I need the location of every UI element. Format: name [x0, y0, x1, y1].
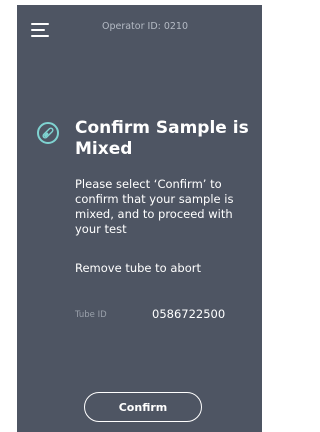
page-title: Confirm Sample is Mixed [75, 118, 249, 159]
tube-id-value: 0586722500 [152, 307, 226, 321]
confirm-button[interactable]: Confirm [84, 392, 202, 422]
menu-line [31, 23, 49, 25]
sample-mixed-screen: Operator ID: 0210 Confirm Sample is Mixe… [17, 5, 262, 432]
menu-line [31, 35, 49, 37]
abort-instruction: Remove tube to abort [75, 261, 201, 275]
tube-id-label: Tube ID [75, 310, 107, 320]
menu-line [31, 29, 45, 31]
test-tube-icon [37, 122, 59, 144]
instructions-text: Please select ‘Confirm’ to confirm that … [75, 177, 234, 236]
operator-id-label: Operator ID: 0210 [101, 21, 189, 32]
hamburger-menu-icon[interactable] [31, 22, 51, 38]
